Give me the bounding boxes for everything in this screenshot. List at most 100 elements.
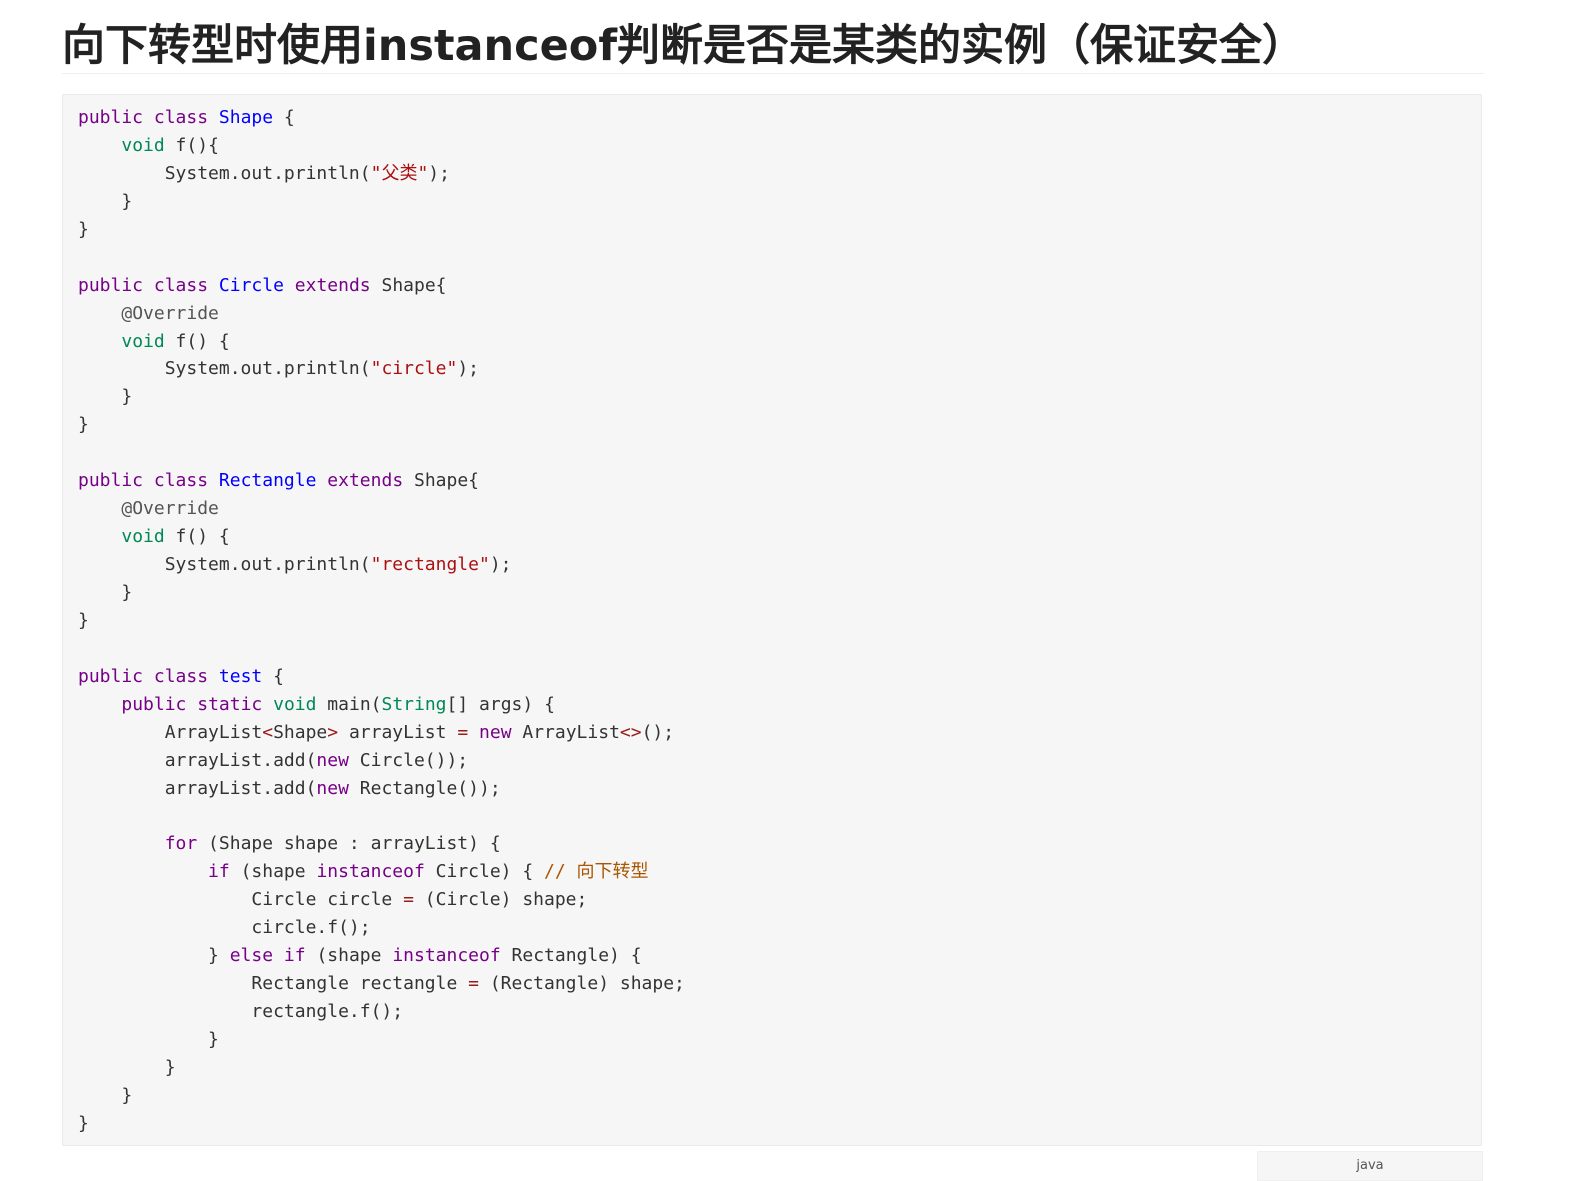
code-token-plain: [] args) { [446,693,555,715]
code-token-type: void [121,134,165,156]
code-line: if (shape instanceof Circle) { // 向下转型 [78,858,685,886]
code-token-plain: } [78,1084,133,1106]
code-token-keyword: extends [327,470,404,492]
code-token-keyword: else [229,945,274,967]
code-token-plain: System.out.println( [78,358,371,380]
code-line: rectangle.f(); [78,998,685,1026]
code-token-plain: (); [641,721,675,743]
code-token-plain: System.out.println( [78,162,371,184]
code-line: } [78,1110,685,1138]
code-token-keyword: public [121,693,187,715]
code-token-keyword: new [316,777,349,799]
code-token-type: void [273,693,317,715]
code-token-keyword: public [78,274,144,296]
code-token-plain: } [78,1056,176,1078]
code-token-operator: < [262,721,274,743]
code-token-plain: Rectangle rectangle [78,973,469,995]
code-token-comment: // 向下转型 [544,861,649,883]
code-token-plain: } [78,1028,219,1050]
code-line: } [78,188,685,216]
code-language-tag: java [1257,1151,1483,1181]
code-line: @Override [78,495,685,523]
code-token-plain: } [78,1112,89,1134]
code-token-plain: rectangle.f(); [78,1001,404,1022]
code-token-plain: f(){ [164,134,219,156]
code-token-annotation: @Override [121,302,219,324]
code-line: for (Shape shape : arrayList) { [78,830,685,858]
code-line: } [78,1026,685,1054]
code-token-keyword: instanceof [316,861,425,883]
code-token-keyword: public [78,470,144,492]
code-token-plain: (shape [229,861,317,883]
code-token-plain: f() { [164,526,230,548]
code-line: public class Rectangle extends Shape{ [78,467,685,495]
code-token-plain: { [273,107,295,128]
code-token-class-name: test [218,665,263,687]
code-token-keyword: public [78,107,144,128]
code-line: System.out.println("父类"); [78,160,685,188]
code-token-plain: main( [316,693,382,715]
code-line: } [78,1082,685,1110]
code-token-plain: { [262,665,284,687]
code-token-operator: = [403,889,414,911]
code-lines: public class Shape { void f(){ System.ou… [78,104,685,1138]
code-line: ArrayList<Shape> arrayList = new ArrayLi… [78,719,685,747]
code-token-plain: } [78,609,89,631]
code-line: public class Circle extends Shape{ [78,272,685,300]
code-token-plain: Circle) { [424,861,545,883]
code-token-plain: ArrayList [78,721,263,743]
code-line: } [78,383,685,411]
code-token-plain: (Shape shape : arrayList) { [197,833,501,855]
code-token-operator: <> [619,721,642,743]
code-token-plain: Rectangle) { [500,945,642,967]
code-line: circle.f(); [78,914,685,942]
code-token-keyword: class [153,107,209,128]
code-line: Rectangle rectangle = (Rectangle) shape; [78,970,685,998]
code-line: void f() { [78,523,685,551]
code-token-plain: arrayList.add( [78,749,317,771]
code-token-plain: ); [489,554,512,575]
code-token-keyword: new [479,721,512,743]
code-line: void f() { [78,328,685,356]
code-token-plain: (shape [305,945,393,967]
code-token-type: void [121,526,165,548]
code-token-keyword: static [197,693,263,715]
code-line: } [78,607,685,635]
code-line: System.out.println("rectangle"); [78,551,685,579]
code-line: public class test { [78,663,685,691]
code-line: @Override [78,300,685,328]
code-block: public class Shape { void f(){ System.ou… [62,94,1482,1146]
code-line: System.out.println("circle"); [78,355,685,383]
code-line: public class Shape { [78,104,685,132]
code-token-plain: Shape [273,721,328,743]
code-token-plain: ArrayList [511,721,620,743]
code-line: arrayList.add(new Circle()); [78,747,685,775]
code-token-plain: } [78,945,230,967]
code-token-operator: = [457,721,469,743]
code-token-type: String [381,693,447,715]
code-line: } [78,1054,685,1082]
code-line: arrayList.add(new Rectangle()); [78,775,685,803]
code-line: } [78,579,685,607]
code-token-keyword: new [316,749,349,771]
code-token-plain: Shape{ [403,470,480,492]
code-token-keyword: class [153,274,209,296]
code-token-plain: circle.f(); [78,917,371,939]
code-token-keyword: if [283,945,306,967]
code-token-plain: (Rectangle) shape; [478,973,685,995]
